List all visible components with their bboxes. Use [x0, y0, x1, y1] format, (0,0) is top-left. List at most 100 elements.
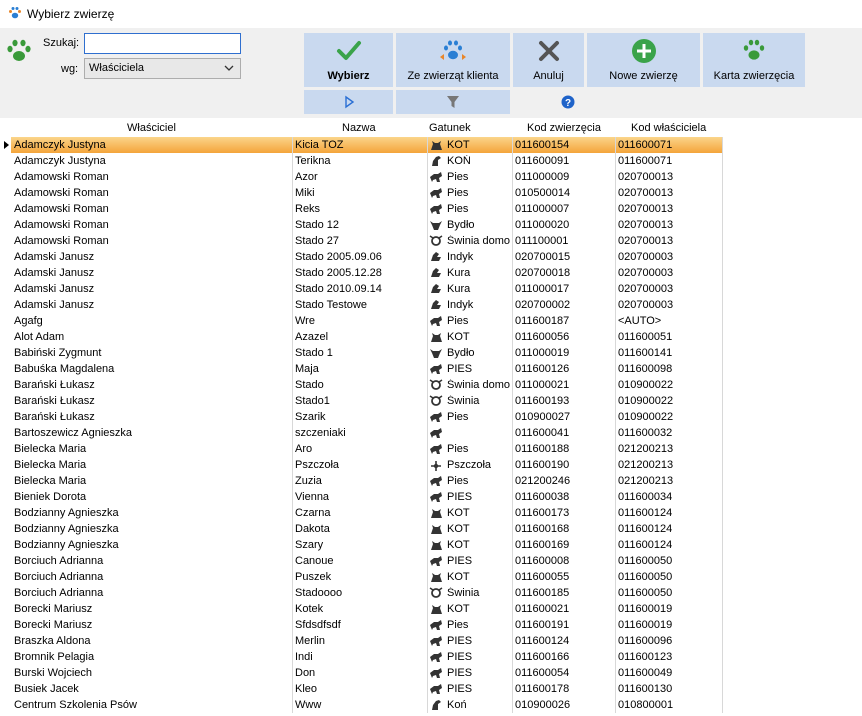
animal-code-cell: 011600188	[515, 443, 570, 455]
table-row[interactable]: Busiek Jacek Kleo PIES 011600178 011600130	[0, 681, 862, 697]
table-row[interactable]: Borecki Mariusz Sfdsdfsdf Pies 011600191 011…	[0, 617, 862, 633]
column-separator	[615, 601, 616, 617]
column-header-owner-code[interactable]: Kod właściciela	[631, 122, 706, 134]
table-row[interactable]: Adamczyk Justyna Kicia TOZ KOT 011600154 011…	[0, 137, 862, 153]
table-row[interactable]: Bodzianny Agnieszka Dakota KOT 011600168 011…	[0, 521, 862, 537]
column-separator	[722, 537, 723, 553]
owner-code-cell: <AUTO>	[618, 315, 662, 327]
column-header-species[interactable]: Gatunek	[429, 122, 471, 134]
table-row[interactable]: Bodzianny Agnieszka Szary KOT 011600169 0116…	[0, 537, 862, 553]
table-row[interactable]: Borciuch Adrianna Puszek KOT 011600055 01160…	[0, 569, 862, 585]
owner-cell: Alot Adam	[14, 331, 65, 343]
owner-cell: Bodzianny Agnieszka	[14, 507, 119, 519]
name-cell: Reks	[295, 203, 321, 215]
table-row[interactable]: Bielecka Maria Aro Pies 011600188 021200213	[0, 441, 862, 457]
table-row[interactable]: Bodzianny Agnieszka Czarna KOT 011600173 011…	[0, 505, 862, 521]
table-row[interactable]: Alot Adam Azazel KOT 011600056 011600051	[0, 329, 862, 345]
animal-code-cell: 011600185	[515, 587, 570, 599]
table-row[interactable]: Braszka Aldona Merlin PIES 011600124 0116000…	[0, 633, 862, 649]
close-icon	[538, 41, 559, 61]
table-row[interactable]: Agafg Wre Pies 011600187 <AUTO>	[0, 313, 862, 329]
expand-button[interactable]	[304, 90, 393, 114]
name-cell: Vienna	[295, 491, 330, 503]
owner-cell: Bielecka Maria	[14, 443, 87, 455]
select-button[interactable]: Wybierz	[304, 33, 393, 87]
owner-code-cell: 020700003	[618, 299, 674, 311]
column-separator	[722, 457, 723, 473]
name-cell: Maja	[295, 363, 319, 375]
owner-code-cell: 020700013	[618, 235, 674, 247]
species-cell: Pies	[447, 443, 469, 455]
table-row[interactable]: Adamski Janusz Stado 2005.12.28 Kura 020700…	[0, 265, 862, 281]
search-label: Szukaj:	[43, 37, 80, 49]
table-row[interactable]: Barański Łukasz Szarik Pies 010900027 010900…	[0, 409, 862, 425]
svg-text:?: ?	[565, 98, 571, 109]
window-title: Wybierz zwierzę	[27, 7, 115, 21]
table-row[interactable]: Bielecka Maria Zuzia Pies 021200246 02120021…	[0, 473, 862, 489]
cat-icon	[431, 605, 442, 614]
column-separator	[292, 329, 293, 345]
table-row[interactable]: Borciuch Adrianna Canoue PIES 011600008 0116…	[0, 553, 862, 569]
table-row[interactable]: Bielecka Maria Pszczoła Pszczoła 011600190 0…	[0, 457, 862, 473]
owner-cell: Borciuch Adrianna	[14, 587, 104, 599]
help-icon[interactable]: ?	[561, 95, 575, 109]
species-cell: KOT	[447, 539, 470, 551]
column-separator	[292, 281, 293, 297]
column-header-name[interactable]: Nazwa	[342, 122, 376, 134]
table-row[interactable]: Borciuch Adrianna Stadoooo Świnia 011600185…	[0, 585, 862, 601]
search-by-select[interactable]: Właściciela	[84, 58, 241, 79]
column-separator	[615, 217, 616, 233]
cancel-button[interactable]: Anuluj	[513, 33, 584, 87]
table-row[interactable]: Adamowski Roman Stado 12 Bydło 011000020 020…	[0, 217, 862, 233]
chevron-down-icon	[224, 65, 234, 71]
column-separator	[722, 345, 723, 361]
name-cell: Kotek	[295, 603, 324, 615]
table-row[interactable]: Adamowski Roman Stado 27 Świnia domo 011100…	[0, 233, 862, 249]
table-row[interactable]: Adamski Janusz Stado Testowe Indyk 02070000…	[0, 297, 862, 313]
owner-cell: Adamowski Roman	[14, 171, 109, 183]
table-row[interactable]: Babiński Zygmunt Stado 1 Bydło 011000019 011…	[0, 345, 862, 361]
table-row[interactable]: Bartoszewicz Agnieszka szczeniaki 01160004…	[0, 425, 862, 441]
table-row[interactable]: Burski Wojciech Don PIES 011600054 011600049	[0, 665, 862, 681]
species-cell: Pies	[447, 203, 469, 215]
table-row[interactable]: Adamski Janusz Stado 2010.09.14 Kura 011000…	[0, 281, 862, 297]
table-row[interactable]: Adamowski Roman Reks Pies 011000007 02070001…	[0, 201, 862, 217]
column-separator	[292, 521, 293, 537]
animal-code-cell: 010900026	[515, 699, 571, 711]
column-separator	[512, 489, 513, 505]
search-input[interactable]	[84, 33, 241, 54]
table-row[interactable]: Adamski Janusz Stado 2005.09.06 Indyk 02070…	[0, 249, 862, 265]
animal-card-button[interactable]: Karta zwierzęcia	[703, 33, 805, 87]
column-header-animal-code[interactable]: Kod zwierzęcia	[527, 122, 601, 134]
column-separator	[292, 313, 293, 329]
column-separator	[512, 649, 513, 665]
column-separator	[427, 537, 428, 553]
from-client-button[interactable]: Ze zwierząt klienta	[396, 33, 510, 87]
name-cell: Stado Testowe	[295, 299, 367, 311]
column-separator	[427, 409, 428, 425]
owner-cell: Borecki Mariusz	[14, 603, 93, 615]
column-separator	[292, 585, 293, 601]
filter-button[interactable]	[396, 90, 510, 114]
table-row[interactable]: Adamowski Roman Azor Pies 011000009 02070001…	[0, 169, 862, 185]
table-row[interactable]: Barański Łukasz Stado Świnia domo 011000021…	[0, 377, 862, 393]
animal-code-cell: 011600178	[515, 683, 570, 695]
table-row[interactable]: Centrum Szkolenia Psów Www Koń 010900026 010…	[0, 697, 862, 713]
species-cell: Pies	[447, 171, 469, 183]
column-separator	[615, 681, 616, 697]
column-separator	[615, 441, 616, 457]
table-row[interactable]: Bieniek Dorota Vienna PIES 011600038 0116000…	[0, 489, 862, 505]
animal-code-cell: 020700002	[515, 299, 571, 311]
column-separator	[292, 537, 293, 553]
table-row[interactable]: Babuśka Magdalena Maja PIES 011600126 011600…	[0, 361, 862, 377]
table-row[interactable]: Adamowski Roman Miki Pies 010500014 02070001…	[0, 185, 862, 201]
column-separator	[615, 473, 616, 489]
column-separator	[292, 697, 293, 713]
column-header-owner[interactable]: Właściciel	[127, 122, 176, 134]
table-row[interactable]: Borecki Mariusz Kotek KOT 011600021 01160001…	[0, 601, 862, 617]
new-animal-button[interactable]: Nowe zwierzę	[587, 33, 700, 87]
column-separator	[615, 505, 616, 521]
table-row[interactable]: Bromnik Pelagia Indi PIES 011600166 01160012…	[0, 649, 862, 665]
table-row[interactable]: Adamczyk Justyna Terikna KOŃ 011600091 01160…	[0, 153, 862, 169]
table-row[interactable]: Barański Łukasz Stado1 Świnia 011600193 0109…	[0, 393, 862, 409]
